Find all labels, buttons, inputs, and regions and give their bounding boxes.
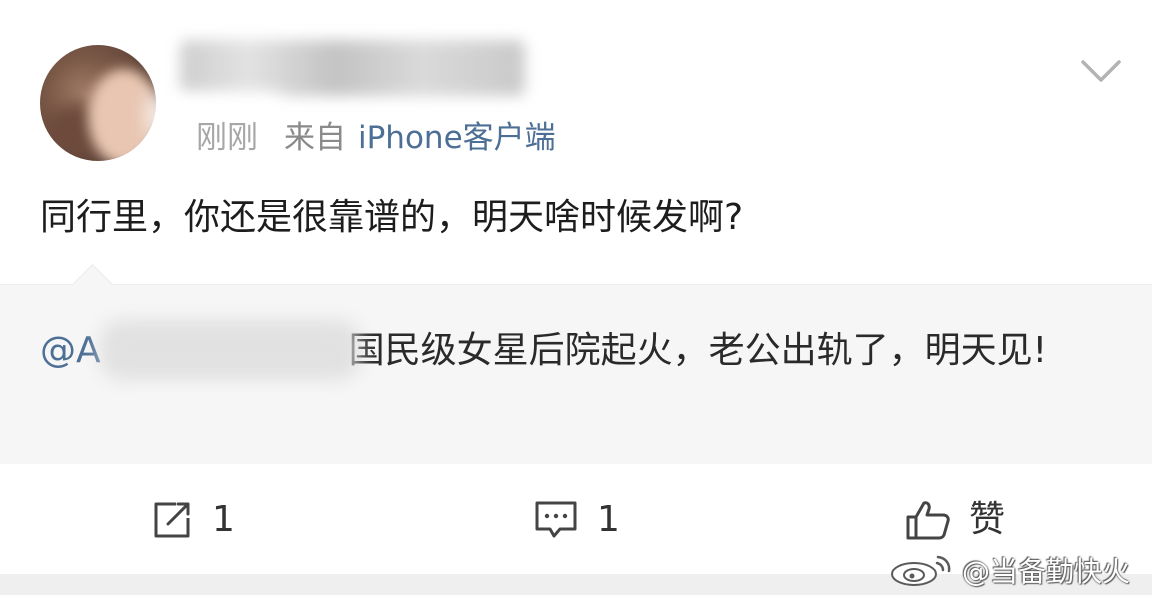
like-label: 赞 [969,499,1006,540]
post-card: 刚刚 来自 iPhone客户端 同行里，你还是很靠谱的，明天啥时候发啊? [0,0,1152,284]
mention-redacted [100,320,360,380]
source-prefix: 来自 [284,120,346,156]
quoted-mention-link[interactable]: @A [40,330,101,371]
watermark-text: @当备勤快火 [962,555,1131,588]
repost-count: 1 [212,499,235,540]
repost-button[interactable]: 1 [150,500,235,540]
like-button[interactable]: 赞 [905,500,1005,540]
repost-icon [154,502,190,538]
quoted-body: 国民级女星后院起火，老公出轨了，明天见! [348,330,1048,371]
post-meta: 刚刚 来自 iPhone客户端 [196,118,556,158]
comment-count: 1 [597,499,620,540]
post-time: 刚刚 [196,120,258,156]
comment-button[interactable]: 1 [533,500,620,540]
post-text: 同行里，你还是很靠谱的，明天啥时候发啊? [40,197,744,238]
comment-icon [535,501,577,538]
watermark: @当备勤快火 [888,550,1130,590]
like-icon [906,501,950,540]
avatar[interactable] [40,45,156,161]
source-client-link[interactable]: iPhone客户端 [358,120,556,156]
username-redacted[interactable] [180,40,525,96]
avatar-face-blur [88,69,156,161]
weibo-logo-icon [891,555,951,586]
expand-chevron-icon[interactable] [1080,58,1122,84]
